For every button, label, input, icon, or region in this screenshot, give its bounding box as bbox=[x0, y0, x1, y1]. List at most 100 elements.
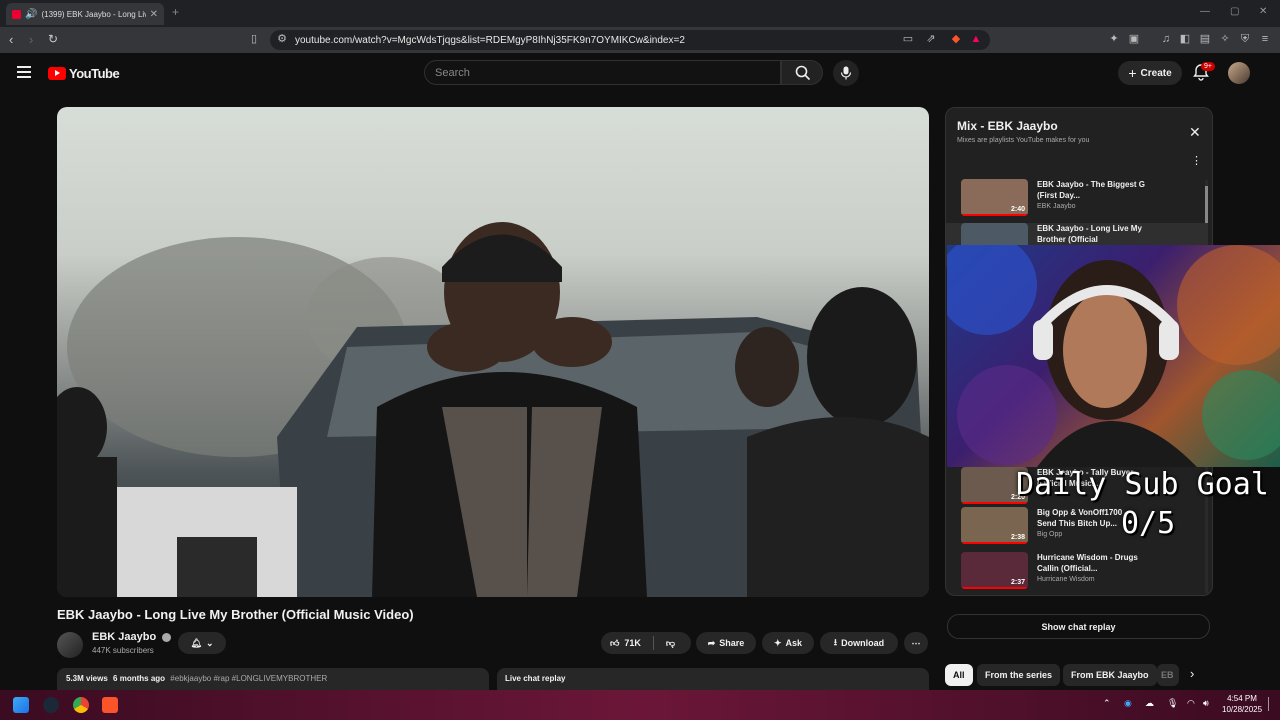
close-playlist-icon[interactable]: ✕ bbox=[1189, 124, 1201, 141]
subscriber-count: 447K subscribers bbox=[92, 646, 154, 655]
share-button[interactable]: ➦ Share bbox=[696, 632, 756, 654]
windows-taskbar bbox=[0, 690, 1280, 720]
brave-shield-icon[interactable]: ◆ bbox=[950, 33, 962, 45]
bell-icon: 🔔︎ bbox=[190, 637, 202, 648]
bookmark-icon[interactable]: ▯ bbox=[248, 33, 260, 45]
onedrive-icon[interactable]: ☁ bbox=[1145, 698, 1154, 709]
playlist-title[interactable]: Mix - EBK Jaaybo bbox=[957, 119, 1201, 133]
screenshot-icon[interactable]: ▣ bbox=[1128, 33, 1140, 45]
browser-tab[interactable]: 🔊 (1399) EBK Jaaybo - Long Live ✕ bbox=[6, 3, 164, 25]
playlist-more-icon[interactable]: ⋮ bbox=[1191, 154, 1202, 167]
new-tab-icon[interactable]: + bbox=[172, 5, 179, 19]
duration: 2:38 bbox=[1010, 534, 1025, 541]
reload-icon[interactable]: ↻ bbox=[48, 32, 58, 46]
back-icon[interactable]: ‹ bbox=[9, 32, 13, 47]
video-frame bbox=[57, 222, 929, 597]
ask-button[interactable]: ✦ Ask bbox=[762, 632, 814, 654]
playlist-subtitle: Mixes are playlists YouTube makes for yo… bbox=[957, 137, 1090, 144]
share-label: Share bbox=[719, 638, 745, 648]
forward-icon[interactable]: › bbox=[29, 32, 33, 47]
search-button[interactable] bbox=[781, 60, 823, 85]
logo-text: YouTube bbox=[69, 66, 120, 81]
channel-avatar[interactable] bbox=[57, 632, 83, 658]
brave-rewards-icon[interactable]: ▲ bbox=[970, 33, 982, 45]
microphone-tray-icon[interactable]: 🎙︎ bbox=[1167, 698, 1178, 709]
more-actions-button[interactable]: ⋯ bbox=[904, 632, 928, 654]
close-tab-icon[interactable]: ✕ bbox=[150, 9, 158, 20]
close-window-icon[interactable]: ✕ bbox=[1259, 6, 1267, 17]
wallet-icon[interactable]: ▤ bbox=[1199, 33, 1211, 45]
volume-icon[interactable]: 🔊︎ bbox=[1203, 698, 1209, 709]
download-label: Download bbox=[841, 638, 885, 648]
daily-sub-goal-label: Daily Sub Goal bbox=[1016, 467, 1269, 502]
site-info-icon[interactable]: ⚙ bbox=[276, 33, 288, 45]
steam-icon[interactable] bbox=[43, 697, 59, 713]
item-title: EBK Jaaybo - Long Live My Brother (Offic… bbox=[1037, 224, 1142, 244]
download-button[interactable]: ⭳ Download bbox=[820, 632, 898, 654]
subscribe-notify-button[interactable]: 🔔︎ ⌄ bbox=[178, 632, 226, 654]
show-chat-replay-button[interactable]: Show chat replay bbox=[947, 614, 1210, 639]
show-desktop-button[interactable] bbox=[1268, 697, 1274, 711]
clock-date: 10/28/2025 bbox=[1222, 705, 1263, 714]
browser-menu-icon[interactable]: ≡ bbox=[1259, 33, 1271, 45]
playlist-header: Mix - EBK Jaaybo Mixes are playlists You… bbox=[946, 108, 1212, 178]
url-text: youtube.com/watch?v=MgcWdsTjqgs&list=RDE… bbox=[295, 34, 685, 46]
account-avatar[interactable] bbox=[1228, 62, 1250, 84]
media-icon[interactable]: ♫ bbox=[1160, 33, 1172, 45]
search-input[interactable]: Search bbox=[424, 60, 781, 85]
tray-chevron-icon[interactable]: ⌃ bbox=[1103, 698, 1111, 709]
webcam-frame bbox=[947, 245, 1280, 467]
voice-search-button[interactable] bbox=[833, 60, 859, 86]
upload-age: 6 months ago bbox=[113, 674, 166, 683]
item-channel: Hurricane Wisdom bbox=[1037, 576, 1095, 583]
channel-name[interactable]: EBK Jaaybo bbox=[92, 631, 172, 643]
thumbs-down-icon: 👎︎ bbox=[665, 637, 676, 648]
maximize-icon[interactable]: ▢ bbox=[1230, 6, 1239, 17]
wifi-icon[interactable]: ◠ bbox=[1187, 698, 1195, 709]
youtube-logo[interactable]: YouTube bbox=[48, 66, 120, 81]
chips-next-icon[interactable]: › bbox=[1190, 666, 1194, 681]
hashtags[interactable]: #ebkjaaybo #rap #LONGLIVEMYBROTHER bbox=[170, 674, 327, 683]
like-dislike-group: 👍︎ 71K 👎︎ bbox=[601, 632, 691, 654]
sidebar-icon[interactable]: ◧ bbox=[1179, 33, 1191, 45]
plus-icon: + bbox=[1128, 65, 1137, 81]
video-player[interactable] bbox=[57, 107, 929, 597]
like-button[interactable]: 👍︎ 71K bbox=[610, 638, 641, 649]
brave-icon[interactable] bbox=[102, 697, 118, 713]
create-button[interactable]: + Create bbox=[1118, 61, 1182, 85]
chip-from-channel[interactable]: From EBK Jaaybo bbox=[1063, 664, 1157, 686]
url-bar[interactable]: youtube.com/watch?v=MgcWdsTjqgs&list=RDE… bbox=[270, 30, 990, 50]
playlist-item[interactable]: 2:37 Hurricane Wisdom - Drugs Callin (Of… bbox=[961, 552, 1191, 595]
download-icon: ⭳ bbox=[833, 637, 838, 647]
video-title: EBK Jaaybo - Long Live My Brother (Offic… bbox=[57, 607, 414, 622]
chip-all[interactable]: All bbox=[945, 664, 973, 686]
dislike-button[interactable]: 👎︎ bbox=[666, 638, 675, 649]
chip-truncated[interactable]: EB bbox=[1157, 664, 1179, 686]
chip-from-series[interactable]: From the series bbox=[977, 664, 1061, 686]
hamburger-menu-icon[interactable] bbox=[17, 66, 31, 78]
extensions-icon[interactable]: ✦ bbox=[1108, 33, 1120, 45]
leo-ai-icon[interactable]: ✧ bbox=[1219, 33, 1231, 45]
like-count: 71K bbox=[624, 638, 641, 648]
description-box[interactable]: 5.3M views 6 months ago #ebkjaaybo #rap … bbox=[57, 668, 489, 690]
system-clock[interactable]: 4:54 PM 10/28/2025 bbox=[1222, 693, 1262, 715]
windows-start-icon[interactable] bbox=[13, 697, 29, 713]
watched-bar bbox=[961, 587, 1028, 589]
item-channel: EBK Jaaybo bbox=[1037, 203, 1076, 210]
tray-app-icon[interactable]: ◉ bbox=[1124, 698, 1132, 709]
share-page-icon[interactable]: ⇗ bbox=[925, 33, 937, 45]
chrome-icon[interactable] bbox=[73, 697, 89, 713]
divider bbox=[652, 636, 654, 650]
view-count: 5.3M views bbox=[66, 674, 108, 683]
channel-name-text: EBK Jaaybo bbox=[92, 631, 157, 643]
cast-icon[interactable]: ▭ bbox=[902, 33, 914, 45]
speaker-icon[interactable]: 🔊 bbox=[25, 9, 37, 20]
item-title: Hurricane Wisdom - Drugs Callin (Officia… bbox=[1037, 553, 1138, 573]
clock-time: 4:54 PM bbox=[1227, 694, 1257, 703]
minimize-icon[interactable]: — bbox=[1200, 6, 1210, 17]
vpn-icon[interactable]: ⛨ bbox=[1239, 33, 1251, 45]
playlist-item[interactable]: 2:40 EBK Jaaybo - The Biggest G (First D… bbox=[961, 179, 1191, 223]
more-horizontal-icon: ⋯ bbox=[911, 637, 921, 648]
verified-icon bbox=[162, 632, 172, 642]
watched-bar bbox=[961, 214, 1028, 216]
